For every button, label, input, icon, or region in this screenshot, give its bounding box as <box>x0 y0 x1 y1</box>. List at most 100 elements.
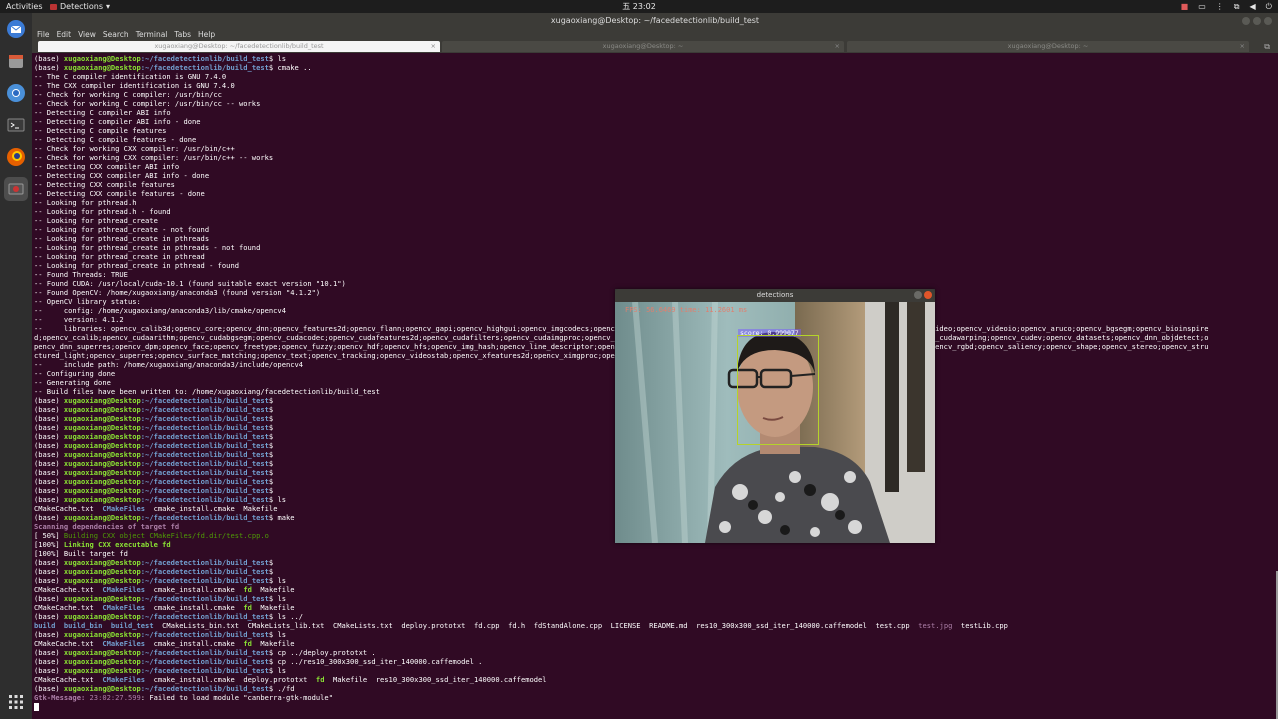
minimize-button[interactable] <box>914 291 922 299</box>
output-text: Scanning dependencies of target fd <box>34 522 180 531</box>
prompt-path: :~/facedetectionlib/build_test <box>140 576 269 585</box>
activities-button[interactable]: Activities <box>6 0 43 13</box>
console-line: -- Detecting C compiler ABI info <box>34 108 171 117</box>
files-icon[interactable] <box>4 49 28 73</box>
console-line: (base) xugaoxiang@Desktop:~/facedetectio… <box>34 657 1274 666</box>
prompt-path: :~/facedetectionlib/build_test <box>140 630 269 639</box>
menu-help[interactable]: Help <box>198 30 215 39</box>
system-tray[interactable]: ■ ▭ ⋮ ⧉ ◀ ⏻ <box>1181 0 1272 13</box>
app-menu[interactable]: Detections ▾ <box>50 0 110 13</box>
console-line: -- Check for working C compiler: /usr/bi… <box>34 90 222 99</box>
command-text: ls <box>277 54 286 63</box>
prompt-path: :~/facedetectionlib/build_test <box>140 468 269 477</box>
prompt-user: xugaoxiang@Desktop <box>63 423 141 432</box>
minimize-button[interactable] <box>1242 17 1250 25</box>
tab-home-2[interactable]: xugaoxiang@Desktop: ~ × <box>847 41 1249 52</box>
console-line: (base) xugaoxiang@Desktop:~/facedetectio… <box>34 684 1274 693</box>
file-entry: LICENSE <box>610 621 641 630</box>
console-line: -- Looking for pthread_create <box>34 216 158 225</box>
prompt-env: (base) <box>34 450 64 459</box>
prompt-env: (base) <box>34 612 64 621</box>
command-text: cp ../deploy.prototxt . <box>277 648 376 657</box>
command-text: ls <box>277 630 286 639</box>
file-entry: Makefile <box>243 504 278 513</box>
tab-close-icon[interactable]: × <box>1240 41 1245 52</box>
tab-home-1[interactable]: xugaoxiang@Desktop: ~ × <box>442 41 844 52</box>
prompt-user: xugaoxiang@Desktop <box>63 486 141 495</box>
prompt-user: xugaoxiang@Desktop <box>63 441 141 450</box>
input-method-icon[interactable]: ⋮ <box>1216 0 1224 13</box>
menu-terminal[interactable]: Terminal <box>136 30 168 39</box>
tab-close-icon[interactable]: × <box>835 41 840 52</box>
show-applications-icon[interactable] <box>4 690 28 714</box>
detections-titlebar[interactable]: detections <box>615 289 935 302</box>
file-entry: Makefile <box>260 603 295 612</box>
file-entry: fd <box>243 585 252 594</box>
prompt-path: :~/facedetectionlib/build_test <box>140 486 269 495</box>
tab-label: xugaoxiang@Desktop: ~ <box>1007 42 1089 50</box>
terminal-title: xugaoxiang@Desktop: ~/facedetectionlib/b… <box>550 16 760 25</box>
maximize-button[interactable] <box>1253 17 1261 25</box>
power-icon[interactable]: ⏻ <box>1266 0 1272 13</box>
new-tab-icon[interactable]: ⧉ <box>1264 41 1270 52</box>
prompt-path: :~/facedetectionlib/build_test <box>140 63 269 72</box>
file-entry: build <box>34 621 56 630</box>
prompt-user: xugaoxiang@Desktop <box>63 558 141 567</box>
tab-build-test[interactable]: xugaoxiang@Desktop: ~/facedetectionlib/b… <box>38 41 440 52</box>
menu-file[interactable]: File <box>37 30 50 39</box>
prompt-env: (base) <box>34 432 64 441</box>
tab-close-icon[interactable]: × <box>431 41 436 52</box>
prompt-user: xugaoxiang@Desktop <box>63 477 141 486</box>
prompt-env: (base) <box>34 666 64 675</box>
keyboard-icon[interactable]: ▭ <box>1198 0 1206 13</box>
console-line: [100%] Built target fd <box>34 549 128 558</box>
prompt-path: :~/facedetectionlib/build_test <box>140 423 269 432</box>
prompt-user: xugaoxiang@Desktop <box>63 63 141 72</box>
file-entry: Makefile <box>260 639 295 648</box>
tab-label: xugaoxiang@Desktop: ~ <box>602 42 684 50</box>
file-entry: cmake_install.cmake <box>153 675 235 684</box>
prompt-env: (base) <box>34 414 64 423</box>
prompt-user: xugaoxiang@Desktop <box>63 684 141 693</box>
close-button[interactable] <box>924 291 932 299</box>
file-entry: CMakeFiles <box>102 504 146 513</box>
console-line: -- Looking for pthread_create in pthread… <box>34 243 261 252</box>
prompt-path: :~/facedetectionlib/build_test <box>140 612 269 621</box>
network-icon[interactable]: ⧉ <box>1234 0 1240 13</box>
clock[interactable]: 五 23:02 <box>0 0 1278 13</box>
camera-indicator-icon[interactable]: ■ <box>1181 0 1189 13</box>
chromium-icon[interactable] <box>4 81 28 105</box>
console-line: (base) xugaoxiang@Desktop:~/facedetectio… <box>34 630 1274 639</box>
prompt-user: xugaoxiang@Desktop <box>63 630 141 639</box>
prompt-env: (base) <box>34 648 64 657</box>
prompt-path: :~/facedetectionlib/build_test <box>140 567 269 576</box>
output-segment: Gtk-Message: <box>34 693 90 702</box>
menu-tabs[interactable]: Tabs <box>174 30 191 39</box>
volume-icon[interactable]: ◀ <box>1250 0 1256 13</box>
prompt-path: :~/facedetectionlib/build_test <box>140 441 269 450</box>
menu-edit[interactable]: Edit <box>57 30 72 39</box>
firefox-icon[interactable] <box>4 145 28 169</box>
terminal-icon[interactable] <box>4 113 28 137</box>
console-line: -- Detecting CXX compiler ABI info <box>34 162 180 171</box>
prompt-sign: $ <box>268 486 278 495</box>
app-menu-icon <box>50 3 57 10</box>
console-line: -- Looking for pthread_create in pthread <box>34 252 205 261</box>
camera-app-icon[interactable] <box>4 177 28 201</box>
detections-window: detections FPS: 56.6469 time: 11.2601 ms… <box>615 289 935 543</box>
menu-view[interactable]: View <box>78 30 96 39</box>
menu-search[interactable]: Search <box>103 30 129 39</box>
prompt-sign: $ <box>268 414 278 423</box>
console-line: (base) xugaoxiang@Desktop:~/facedetectio… <box>34 558 1274 567</box>
console-line: (base) xugaoxiang@Desktop:~/facedetectio… <box>34 567 1274 576</box>
close-button[interactable] <box>1264 17 1272 25</box>
console-line: -- Found CUDA: /usr/local/cuda-10.1 (fou… <box>34 279 346 288</box>
thunderbird-icon[interactable] <box>4 17 28 41</box>
prompt-user: xugaoxiang@Desktop <box>63 54 141 63</box>
file-entry: deploy.prototxt <box>401 621 466 630</box>
prompt-sign: $ <box>268 459 278 468</box>
terminal-titlebar[interactable]: xugaoxiang@Desktop: ~/facedetectionlib/b… <box>32 13 1278 29</box>
file-entry: CMakeLists_lib.txt <box>247 621 325 630</box>
console-line: (base) xugaoxiang@Desktop:~/facedetectio… <box>34 666 1274 675</box>
prompt-env: (base) <box>34 63 64 72</box>
